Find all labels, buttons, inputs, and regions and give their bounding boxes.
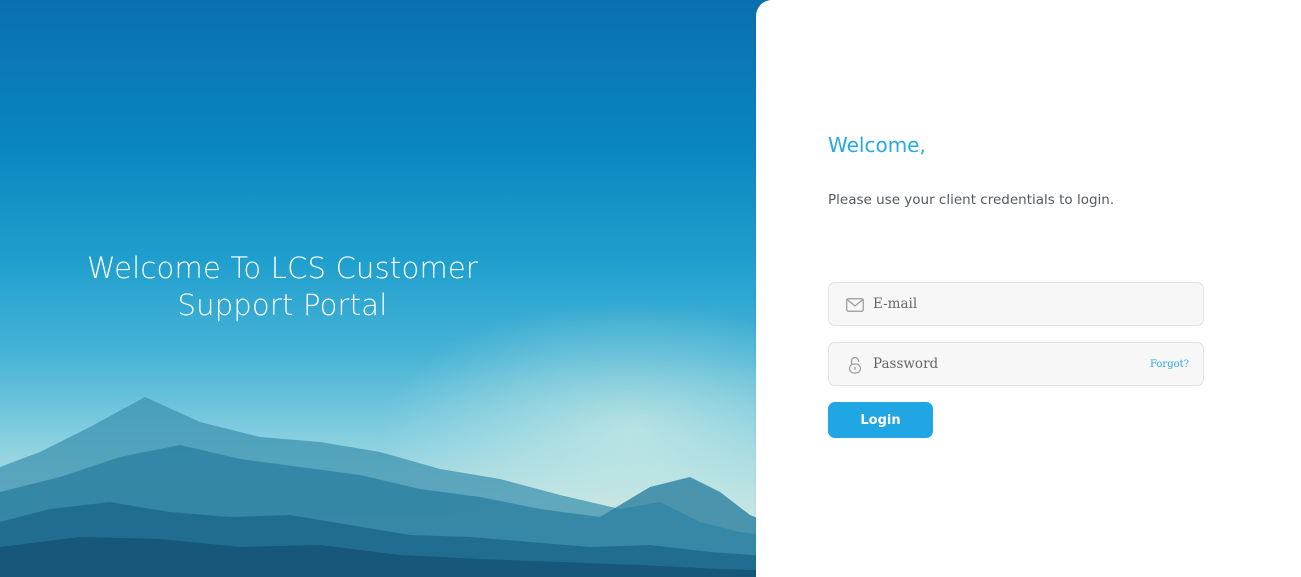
- hero-title-line-1: Welcome To LCS Customer: [86, 251, 479, 285]
- password-field: Forgot?: [828, 342, 1204, 386]
- envelope-icon: [845, 295, 865, 315]
- login-panel: Welcome, Please use your client credenti…: [756, 0, 1301, 577]
- email-input[interactable]: [873, 283, 1133, 325]
- password-input[interactable]: [873, 343, 1133, 385]
- login-subtitle: Please use your client credentials to lo…: [828, 192, 1115, 208]
- welcome-heading: Welcome,: [828, 133, 926, 157]
- hero-title: Welcome To LCS Customer Support Portal: [40, 250, 525, 324]
- forgot-password-link[interactable]: Forgot?: [1150, 359, 1189, 370]
- login-button[interactable]: Login: [828, 402, 933, 438]
- hero-title-line-2: Support Portal: [177, 288, 388, 322]
- hero-banner: Welcome To LCS Customer Support Portal: [0, 0, 780, 577]
- email-field: [828, 282, 1204, 326]
- lock-icon: [845, 355, 865, 375]
- mountains-image: [0, 397, 780, 577]
- login-page: Welcome To LCS Customer Support Portal W…: [0, 0, 1301, 577]
